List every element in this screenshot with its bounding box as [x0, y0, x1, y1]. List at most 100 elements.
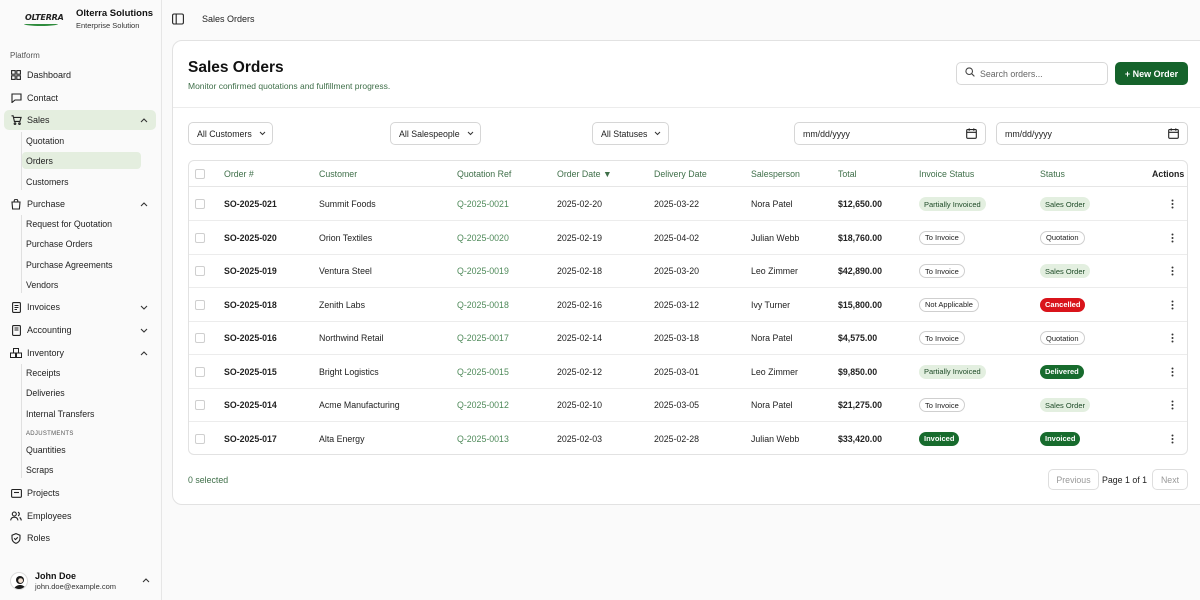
quotation-link[interactable]: Q-2025-0015 [457, 367, 509, 377]
order-number[interactable]: SO-2025-015 [224, 367, 277, 377]
order-number[interactable]: SO-2025-020 [224, 233, 277, 243]
table-row[interactable]: SO-2025-016 Northwind Retail Q-2025-0017 20… [189, 321, 1187, 355]
more-actions-icon[interactable] [1168, 265, 1176, 277]
quotation-link[interactable]: Q-2025-0012 [457, 400, 509, 410]
more-actions-icon[interactable] [1168, 332, 1176, 344]
salesperson-filter-select[interactable]: All Salespeople [390, 122, 481, 145]
order-number[interactable]: SO-2025-021 [224, 199, 277, 209]
sidebar-item-accounting[interactable]: Accounting [4, 320, 156, 340]
sidebar-item-projects[interactable]: Projects [4, 483, 156, 503]
sidebar-item-dashboard[interactable]: Dashboard [4, 65, 156, 85]
next-page-button[interactable]: Next [1152, 469, 1188, 490]
sidebar-sub-vendors[interactable]: Vendors [22, 276, 141, 293]
customer-filter-select[interactable]: All Customers [188, 122, 273, 145]
order-number[interactable]: SO-2025-016 [224, 333, 277, 343]
order-number[interactable]: SO-2025-019 [224, 266, 277, 276]
table-header: Order # Customer Quotation Ref Order Dat… [189, 161, 1187, 187]
sidebar-item-inventory[interactable]: Inventory [4, 343, 156, 363]
sidebar-sub-rfq[interactable]: Request for Quotation [22, 215, 141, 232]
status-badge: Quotation [1040, 230, 1085, 245]
user-menu[interactable]: John Doe john.doe@example.com [10, 568, 155, 594]
table-row[interactable]: SO-2025-020 Orion Textiles Q-2025-0020 2025… [189, 221, 1187, 255]
more-actions-icon[interactable] [1168, 198, 1176, 210]
col-salesperson[interactable]: Salesperson [751, 169, 800, 179]
chevron-down-icon [467, 131, 474, 136]
status-badge: Cancelled [1040, 297, 1086, 312]
salesperson-filter-value: All Salespeople [399, 128, 460, 139]
invoice-status-badge: To Invoice [919, 331, 965, 345]
quotation-link[interactable]: Q-2025-0017 [457, 333, 509, 343]
sidebar-sub-purchase-orders[interactable]: Purchase Orders [22, 235, 141, 252]
sidebar-sub-orders[interactable]: Orders [22, 152, 141, 169]
previous-page-button[interactable]: Previous [1048, 469, 1099, 490]
select-all-checkbox[interactable] [195, 169, 205, 179]
row-checkbox[interactable] [195, 299, 205, 310]
table-row[interactable]: SO-2025-018 Zenith Labs Q-2025-0018 2025-02… [189, 288, 1187, 322]
table-row[interactable]: SO-2025-019 Ventura Steel Q-2025-0019 2025-… [189, 254, 1187, 288]
quotation-link[interactable]: Q-2025-0013 [457, 434, 509, 444]
row-checkbox[interactable] [195, 266, 205, 276]
row-checkbox[interactable] [195, 199, 205, 209]
sidebar-sub-internal-transfers[interactable]: Internal Transfers [22, 405, 141, 422]
sidebar-item-purchase[interactable]: Purchase [4, 194, 156, 214]
quotation-link[interactable]: Q-2025-0021 [457, 199, 509, 209]
sidebar-sub-scraps[interactable]: Scraps [22, 461, 141, 478]
date-from-field[interactable]: mm/dd/yyyy [794, 122, 986, 145]
sidebar-item-label: Accounting [27, 325, 72, 335]
table-row[interactable]: SO-2025-015 Bright Logistics Q-2025-0015 20… [189, 355, 1187, 389]
sidebar-sub-receipts[interactable]: Receipts [22, 364, 141, 381]
users-icon [10, 510, 22, 522]
row-checkbox[interactable] [195, 433, 205, 444]
quotation-link[interactable]: Q-2025-0019 [457, 266, 509, 276]
date-to-field[interactable]: mm/dd/yyyy [996, 122, 1188, 145]
more-actions-icon[interactable] [1168, 366, 1176, 378]
col-customer[interactable]: Customer [319, 169, 357, 179]
quotation-link[interactable]: Q-2025-0018 [457, 300, 509, 310]
more-actions-icon[interactable] [1168, 232, 1176, 244]
col-delivery-date[interactable]: Delivery Date [654, 169, 707, 179]
brand[interactable]: OLTERRA Olterra Solutions Enterprise Sol… [22, 8, 153, 30]
delivery-date: 2025-04-02 [654, 232, 699, 243]
col-order-date[interactable]: Order Date ▼ [557, 169, 612, 179]
col-status[interactable]: Status [1040, 169, 1065, 179]
sidebar-toggle-icon[interactable] [172, 13, 184, 25]
sidebar-item-roles[interactable]: Roles [4, 528, 156, 548]
invoice-status-badge: To Invoice [919, 230, 965, 245]
order-total: $4,575.00 [838, 333, 878, 343]
table-row[interactable]: SO-2025-014 Acme Manufacturing Q-2025-0012… [189, 388, 1187, 422]
order-number[interactable]: SO-2025-017 [224, 434, 277, 444]
status-filter-select[interactable]: All Statuses [592, 122, 669, 145]
more-actions-icon[interactable] [1168, 299, 1176, 311]
sidebar-item-employees[interactable]: Employees [4, 506, 156, 526]
new-order-button[interactable]: + New Order [1115, 62, 1188, 85]
sidebar-sub-purchase-agreements[interactable]: Purchase Agreements [22, 256, 141, 273]
order-number[interactable]: SO-2025-018 [224, 300, 277, 310]
col-invoice-status[interactable]: Invoice Status [919, 169, 974, 179]
col-total[interactable]: Total [838, 169, 857, 179]
avatar [10, 572, 28, 590]
col-quotation[interactable]: Quotation Ref [457, 169, 511, 179]
sidebar-sub-deliveries[interactable]: Deliveries [22, 384, 141, 401]
search-input[interactable] [980, 68, 1100, 79]
sidebar-item-invoices[interactable]: Invoices [4, 297, 156, 317]
row-checkbox[interactable] [195, 232, 205, 243]
col-order[interactable]: Order # [224, 169, 254, 179]
row-checkbox[interactable] [195, 400, 205, 410]
quotation-link[interactable]: Q-2025-0020 [457, 233, 509, 243]
more-actions-icon[interactable] [1168, 399, 1176, 411]
sidebar-item-contact[interactable]: Contact [4, 88, 156, 108]
sidebar-sub-quantities[interactable]: Quantities [22, 441, 141, 458]
brand-subtitle: Enterprise Solution [76, 21, 140, 30]
row-checkbox[interactable] [195, 333, 205, 343]
more-actions-icon[interactable] [1168, 433, 1176, 445]
table-row[interactable]: SO-2025-021 Summit Foods Q-2025-0021 2025-0… [189, 187, 1187, 221]
sidebar-sub-customers[interactable]: Customers [22, 173, 141, 190]
sidebar-sub-quotation[interactable]: Quotation [22, 132, 141, 149]
user-email: john.doe@example.com [35, 582, 116, 591]
customer-name: Orion Textiles [319, 232, 373, 243]
row-checkbox[interactable] [195, 366, 205, 377]
order-number[interactable]: SO-2025-014 [224, 400, 277, 410]
search-box[interactable] [956, 62, 1108, 85]
sidebar-item-sales[interactable]: Sales [4, 110, 156, 130]
table-row[interactable]: SO-2025-017 Alta Energy Q-2025-0013 2025-02… [189, 422, 1187, 455]
